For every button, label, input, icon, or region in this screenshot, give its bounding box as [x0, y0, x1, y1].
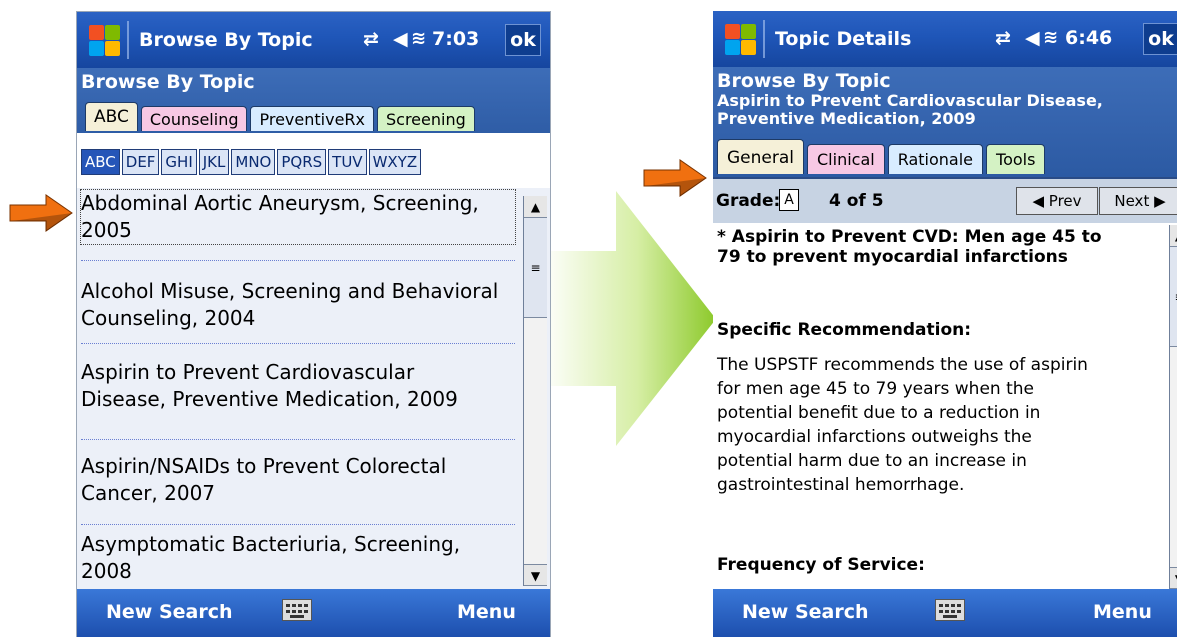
list-divider	[81, 439, 515, 440]
menu-softkey[interactable]: Menu	[1093, 601, 1152, 623]
window-title: Browse By Topic	[139, 29, 313, 51]
pager-status: 4 of 5	[829, 191, 884, 211]
clock[interactable]: 7:03	[432, 28, 479, 50]
list-divider	[81, 524, 515, 525]
tab-general[interactable]: General	[717, 139, 804, 174]
title-bar: Browse By Topic ⇄ ◀︎ ≋ 7:03 ok	[77, 12, 550, 68]
topic-title-line: Aspirin to Prevent Cardiovascular Diseas…	[717, 91, 1103, 110]
alpha-mno[interactable]: MNO	[231, 149, 276, 175]
next-button[interactable]: Next ▶	[1099, 187, 1177, 215]
clock[interactable]: 6:46	[1065, 27, 1112, 49]
new-search-softkey[interactable]: New Search	[742, 601, 869, 623]
tab-counseling[interactable]: Counseling	[140, 106, 248, 131]
scrollbar[interactable]: ▲ ≡ ▼	[523, 196, 547, 586]
pointer-arrow-icon	[9, 194, 73, 232]
speaker-icon[interactable]: ◀︎	[1025, 27, 1040, 49]
recommendation-title: * Aspirin to Prevent CVD: Men age 45 to	[717, 227, 1102, 247]
title-bar: Topic Details ⇄ ◀︎ ≋ 6:46 ok	[713, 11, 1177, 67]
scroll-down-icon[interactable]: ▼	[524, 564, 547, 586]
scroll-down-icon[interactable]: ▼	[1170, 567, 1177, 589]
tab-screening[interactable]: Screening	[377, 106, 475, 131]
tab-clinical[interactable]: Clinical	[807, 144, 885, 174]
tab-tools[interactable]: Tools	[986, 144, 1046, 174]
prev-button[interactable]: ◀ Prev	[1016, 187, 1098, 215]
keyboard-icon[interactable]	[282, 599, 312, 621]
list-item-line: Abdominal Aortic Aneurysm, Screening,	[81, 191, 479, 215]
soft-key-bar: New Search Menu	[713, 589, 1177, 637]
list-divider	[81, 343, 515, 344]
list-item-line: Aspirin to Prevent Cardiovascular	[81, 360, 415, 384]
list-item[interactable]: Abdominal Aortic Aneurysm, Screening, 20…	[80, 189, 516, 245]
title-separator	[763, 20, 765, 58]
list-divider	[81, 260, 515, 261]
alpha-tuv[interactable]: TUV	[328, 149, 367, 175]
list-item-line: 2005	[81, 218, 132, 242]
speaker-icon[interactable]: ◀︎	[393, 28, 408, 50]
body-text: potential benefit due to a reduction in	[717, 403, 1041, 423]
scrollbar[interactable]: ▲ ≡ ▼	[1169, 225, 1177, 589]
body-text: potential harm due to an increase in	[717, 451, 1027, 471]
list-item-line: Aspirin/NSAIDs to Prevent Colorectal	[81, 454, 447, 478]
grade-label: Grade:	[716, 191, 781, 211]
list-item[interactable]: Asymptomatic Bacteriuria, Screening, 200…	[81, 531, 515, 585]
alpha-pqrs[interactable]: PQRS	[277, 149, 327, 175]
list-item-line: Disease, Preventive Medication, 2009	[81, 387, 458, 411]
tab-rationale[interactable]: Rationale	[887, 144, 984, 174]
connectivity-icon[interactable]: ⇄	[363, 28, 379, 50]
page-title: Browse By Topic	[717, 70, 891, 92]
browse-by-topic-screen: Browse By Topic ⇄ ◀︎ ≋ 7:03 ok Browse By…	[76, 11, 551, 637]
list-item[interactable]: Alcohol Misuse, Screening and Behavioral…	[81, 278, 515, 332]
menu-softkey[interactable]: Menu	[457, 601, 516, 623]
list-item-line: 2008	[81, 559, 132, 583]
body-text: The USPSTF recommends the use of aspirin	[717, 355, 1088, 375]
keyboard-icon[interactable]	[935, 599, 965, 621]
ok-button[interactable]: ok	[1143, 23, 1177, 55]
section-heading: Specific Recommendation:	[717, 320, 972, 340]
list-item[interactable]: Aspirin to Prevent Cardiovascular Diseas…	[81, 359, 515, 413]
scroll-up-icon[interactable]: ▲	[524, 196, 547, 218]
body-text: myocardial infarctions outweighs the	[717, 427, 1032, 447]
list-item[interactable]: Aspirin/NSAIDs to Prevent Colorectal Can…	[81, 453, 515, 507]
transition-arrow-icon	[541, 191, 716, 446]
alpha-def[interactable]: DEF	[121, 149, 160, 175]
topic-details-screen: Topic Details ⇄ ◀︎ ≋ 6:46 ok Browse By T…	[713, 11, 1177, 637]
title-separator	[127, 21, 129, 59]
list-item-line: Counseling, 2004	[81, 306, 256, 330]
connectivity-icon[interactable]: ⇄	[995, 27, 1011, 49]
windows-logo-icon[interactable]	[723, 22, 757, 56]
scroll-up-icon[interactable]: ▲	[1170, 225, 1177, 247]
page-title: Browse By Topic	[81, 71, 255, 93]
tab-preventiverx[interactable]: PreventiveRx	[250, 106, 374, 131]
list-item-line: Asymptomatic Bacteriuria, Screening,	[81, 532, 461, 556]
scroll-thumb[interactable]: ≡	[524, 218, 547, 318]
new-search-softkey[interactable]: New Search	[106, 601, 233, 623]
soft-key-bar: New Search Menu	[77, 589, 550, 637]
alpha-jkl[interactable]: JKL	[198, 149, 230, 175]
detail-panel: Grade: A 4 of 5 ◀ Prev Next ▶ * Aspirin …	[713, 177, 1177, 591]
speaker-waves-icon: ≋	[411, 28, 427, 49]
windows-logo-icon[interactable]	[87, 23, 121, 57]
body-text: for men age 45 to 79 years when the	[717, 379, 1034, 399]
recommendation-title: 79 to prevent myocardial infarctions	[717, 247, 1068, 267]
list-item-line: Cancer, 2007	[81, 481, 216, 505]
alphabet-filter: ABC DEF GHI JKL MNO PQRS TUV WXYZ	[81, 149, 423, 175]
ok-button[interactable]: ok	[505, 24, 541, 56]
alpha-wxyz[interactable]: WXYZ	[368, 149, 422, 175]
section-heading: Frequency of Service:	[717, 555, 925, 575]
tab-abc[interactable]: ABC	[85, 102, 138, 131]
scroll-thumb[interactable]: ≡	[1170, 247, 1177, 347]
category-tabs: ABC Counseling PreventiveRx Screening	[85, 102, 478, 131]
grade-badge: A	[779, 189, 799, 211]
alpha-abc[interactable]: ABC	[81, 149, 120, 175]
window-title: Topic Details	[775, 28, 912, 50]
list-item-line: Alcohol Misuse, Screening and Behavioral	[81, 279, 499, 303]
detail-tabs: General Clinical Rationale Tools	[717, 139, 1048, 174]
speaker-waves-icon: ≋	[1043, 27, 1059, 48]
topic-title-line: Preventive Medication, 2009	[717, 109, 976, 128]
body-text: gastrointestinal hemorrhage.	[717, 475, 965, 495]
topic-list[interactable]: Abdominal Aortic Aneurysm, Screening, 20…	[77, 188, 550, 591]
alpha-ghi[interactable]: GHI	[161, 149, 197, 175]
grade-bar: Grade: A 4 of 5 ◀ Prev Next ▶	[713, 179, 1177, 223]
